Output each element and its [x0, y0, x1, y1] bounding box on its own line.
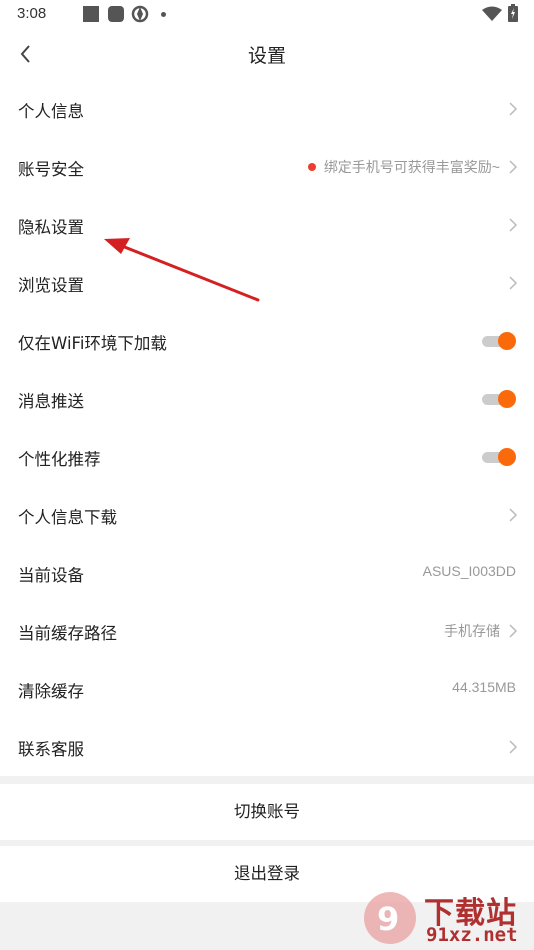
settings-row-personal-info[interactable]: 个人信息 — [0, 80, 534, 138]
settings-row-cache-path[interactable]: 当前缓存路径 手机存储 — [0, 602, 534, 660]
row-label: 联系客服 — [18, 740, 84, 759]
notification-icon — [83, 6, 99, 22]
row-label: 个性化推荐 — [18, 450, 101, 469]
watermark-site: 91xz.net — [426, 924, 518, 946]
row-label: 隐私设置 — [18, 218, 84, 237]
row-label: 当前缓存路径 — [18, 624, 117, 643]
settings-row-personalized: 个性化推荐 — [0, 428, 534, 486]
status-time: 3:08 — [17, 5, 47, 22]
chevron-right-icon — [509, 508, 518, 522]
chevron-right-icon — [509, 160, 518, 174]
row-label: 清除缓存 — [18, 682, 84, 701]
chevron-right-icon — [509, 624, 518, 638]
status-bar: 3:08 — [0, 0, 534, 28]
sync-icon — [131, 5, 149, 23]
hint-text: 绑定手机号可获得丰富奖励~ — [323, 159, 500, 175]
settings-row-wifi-only: 仅在WiFi环境下加载 — [0, 312, 534, 370]
settings-row-clear-cache[interactable]: 清除缓存 44.315MB — [0, 660, 534, 718]
row-label: 个人信息 — [18, 102, 84, 121]
app-header: 设置 — [0, 28, 534, 80]
red-dot-badge — [307, 163, 316, 171]
settings-row-info-download[interactable]: 个人信息下载 — [0, 486, 534, 544]
more-notifications-dot — [161, 12, 166, 17]
wifi-only-toggle[interactable] — [482, 332, 516, 350]
row-label: 个人信息下载 — [18, 508, 117, 527]
push-notification-toggle[interactable] — [482, 390, 516, 408]
notification-icon — [108, 6, 124, 22]
settings-row-account-security[interactable]: 账号安全 绑定手机号可获得丰富奖励~ — [0, 138, 534, 196]
switch-account-button[interactable]: 切换账号 — [0, 784, 534, 840]
personalized-recommend-toggle[interactable] — [482, 448, 516, 466]
cache-path-value: 手机存储 — [444, 623, 500, 639]
settings-list: 个人信息 账号安全 绑定手机号可获得丰富奖励~ 隐私设置 浏览设置 仅在WiFi… — [0, 80, 534, 776]
watermark-logo: 9 下载站 91xz.net — [360, 886, 534, 950]
row-label: 账号安全 — [18, 160, 84, 179]
chevron-right-icon — [509, 276, 518, 290]
device-name: ASUS_I003DD — [422, 563, 516, 579]
section-divider — [0, 776, 534, 784]
chevron-right-icon — [509, 218, 518, 232]
settings-row-push: 消息推送 — [0, 370, 534, 428]
bind-phone-hint: 绑定手机号可获得丰富奖励~ — [307, 157, 500, 177]
row-label: 当前设备 — [18, 566, 84, 585]
wifi-icon — [482, 6, 502, 21]
cache-size: 44.315MB — [452, 679, 516, 695]
row-label: 浏览设置 — [18, 276, 84, 295]
settings-row-contact-support[interactable]: 联系客服 — [0, 718, 534, 776]
settings-row-device: 当前设备 ASUS_I003DD — [0, 544, 534, 602]
svg-text:9: 9 — [377, 900, 399, 938]
chevron-right-icon — [509, 740, 518, 754]
row-label: 消息推送 — [18, 392, 84, 411]
battery-icon — [508, 4, 518, 22]
settings-row-privacy[interactable]: 隐私设置 — [0, 196, 534, 254]
row-label: 仅在WiFi环境下加载 — [18, 334, 167, 353]
chevron-right-icon — [509, 102, 518, 116]
settings-row-browsing[interactable]: 浏览设置 — [0, 254, 534, 312]
page-title: 设置 — [247, 45, 286, 67]
